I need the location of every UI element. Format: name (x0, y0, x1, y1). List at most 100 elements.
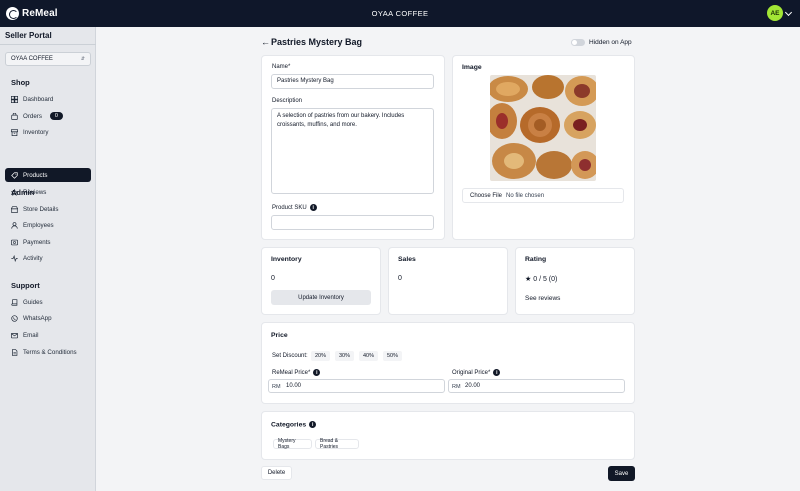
inventory-value: 0 (271, 275, 275, 282)
avatar[interactable]: AE (767, 5, 783, 21)
store-title: OYAA COFFEE (371, 9, 429, 18)
discount-40-button[interactable]: 40% (359, 351, 378, 361)
categories-title-text: Categories (271, 421, 307, 429)
sidebar-item-label: Email (23, 331, 39, 339)
rating-value: 0 / 5 (0) (533, 276, 558, 283)
discount-50-button[interactable]: 50% (383, 351, 402, 361)
user-icon (11, 221, 18, 229)
original-price-label: Original Price* i (452, 369, 501, 377)
sidebar-item-label: Guides (23, 298, 43, 306)
sidebar-item-orders[interactable]: Orders 0 (5, 109, 91, 123)
rating-title: Rating (525, 256, 547, 263)
original-currency: RM (452, 384, 461, 390)
hidden-on-app-label: Hidden on App (589, 39, 632, 46)
remeal-price-label-text: ReMeal Price* (272, 370, 311, 377)
description-field[interactable]: A selection of pastries from our bakery.… (271, 108, 434, 194)
sidebar-item-whatsapp[interactable]: WhatsApp (5, 311, 91, 325)
name-field[interactable]: Pastries Mystery Bag (271, 74, 434, 89)
sku-field[interactable] (271, 215, 434, 230)
nav-heading-shop: Shop (11, 78, 30, 87)
file-input[interactable]: Choose File No file chosen (462, 188, 624, 203)
nav-heading-admin: Admin (11, 188, 35, 197)
sidebar-item-label: Employees (23, 221, 54, 229)
whatsapp-icon (11, 314, 18, 322)
portal-title: Seller Portal (5, 31, 52, 40)
remeal-price-value: 10.00 (286, 383, 302, 389)
sku-label: Product SKU i (272, 204, 317, 211)
sidebar-item-label: Inventory (23, 128, 49, 136)
sidebar-item-email[interactable]: Email (5, 328, 91, 342)
choose-file-button[interactable]: Choose File (470, 193, 502, 199)
inventory-icon (11, 128, 18, 136)
sidebar-item-label: Store Details (23, 205, 59, 213)
bag-icon (11, 112, 18, 120)
page-title: Pastries Mystery Bag (271, 37, 363, 47)
see-reviews-link[interactable]: See reviews (525, 295, 560, 302)
file-status: No file chosen (506, 192, 545, 199)
store-icon (11, 205, 18, 213)
sidebar-item-terms[interactable]: Terms & Conditions (5, 345, 91, 359)
star-icon: ★ (525, 276, 532, 283)
remeal-price-label: ReMeal Price* i (272, 369, 321, 377)
dashboard-icon (11, 95, 18, 103)
inventory-title: Inventory (271, 256, 302, 263)
sidebar-item-dashboard[interactable]: Dashboard (5, 92, 91, 106)
store-select-value: OYAA COFFEE (11, 56, 53, 62)
sku-label-text: Product SKU (272, 205, 307, 212)
document-icon (11, 348, 18, 356)
sidebar-item-activity[interactable]: Activity (5, 251, 91, 265)
sidebar-item-inventory[interactable]: Inventory (5, 125, 91, 139)
original-price-value: 20.00 (465, 383, 481, 389)
sidebar-item-label: Activity (23, 254, 43, 262)
sales-title: Sales (398, 256, 416, 263)
info-icon[interactable]: i (309, 421, 317, 428)
original-price-label-text: Original Price* (452, 370, 491, 377)
sidebar-item-label: WhatsApp (23, 314, 52, 322)
info-icon[interactable]: i (309, 204, 317, 211)
categories-card (261, 411, 635, 460)
category-chip-bread-pastries[interactable]: Bread & Pastries (315, 438, 359, 450)
payment-icon (11, 239, 18, 246)
category-chip-mystery-bags[interactable]: Mystery Bags (273, 438, 312, 450)
activity-icon (11, 254, 18, 262)
discount-20-button[interactable]: 20% (311, 351, 330, 361)
sidebar-item-employees[interactable]: Employees (5, 218, 91, 232)
tag-icon (11, 171, 18, 179)
sidebar-item-label: Products (23, 171, 48, 179)
name-label: Name* (272, 64, 291, 70)
product-image (490, 75, 596, 181)
sidebar-item-label: Dashboard (23, 95, 54, 103)
sidebar-item-store-details[interactable]: Store Details (5, 202, 91, 216)
price-title: Price (271, 332, 288, 339)
store-select[interactable]: OYAA COFFEE ⇵ (5, 52, 91, 66)
sales-value: 0 (398, 275, 402, 282)
categories-title: Categories i (271, 421, 317, 429)
pastry-photo (490, 75, 596, 181)
save-button[interactable]: Save (608, 466, 635, 481)
sidebar-item-guides[interactable]: Guides (5, 295, 91, 309)
top-bar: ReMeal OYAA COFFEE AE (0, 0, 800, 27)
sidebar-item-label: Orders (23, 112, 42, 120)
divider (0, 44, 96, 45)
back-arrow-icon[interactable]: ← (261, 37, 270, 47)
sidebar: Seller Portal OYAA COFFEE ⇵ Shop Dashboa… (0, 27, 96, 491)
discount-label: Set Discount: (272, 353, 308, 359)
sidebar-item-payments[interactable]: Payments (5, 235, 91, 249)
nav-heading-support: Support (11, 281, 40, 290)
book-icon (11, 298, 18, 306)
delete-button[interactable]: Delete (261, 466, 292, 480)
rating-row: ★ 0 / 5 (0) (525, 275, 557, 283)
mail-icon (11, 332, 18, 339)
image-title: Image (462, 64, 482, 71)
update-inventory-button[interactable]: Update Inventory (271, 290, 371, 305)
sidebar-item-label: Payments (23, 238, 51, 246)
description-label: Description (272, 98, 303, 104)
hidden-on-app-toggle[interactable] (571, 39, 585, 46)
discount-30-button[interactable]: 30% (335, 351, 354, 361)
info-icon[interactable]: i (313, 369, 321, 376)
remeal-currency: RM (272, 384, 281, 390)
info-icon[interactable]: i (493, 369, 501, 376)
sidebar-item-products[interactable]: Products (5, 168, 91, 182)
orders-count-badge: 0 (49, 112, 63, 120)
sidebar-item-label: Terms & Conditions (23, 348, 77, 356)
